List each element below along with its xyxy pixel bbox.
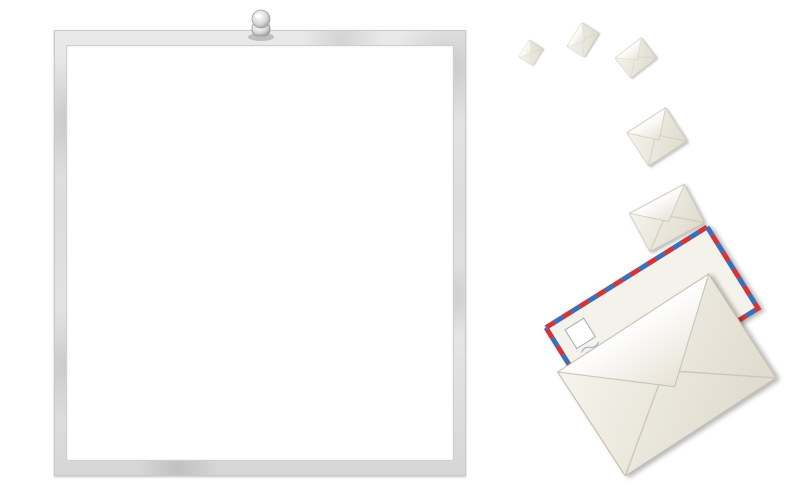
envelope-cluster — [518, 22, 777, 477]
envelope-icon — [566, 22, 600, 58]
envelope-icon — [518, 39, 544, 67]
envelope-icon — [626, 107, 688, 167]
envelope-icon — [614, 37, 658, 79]
